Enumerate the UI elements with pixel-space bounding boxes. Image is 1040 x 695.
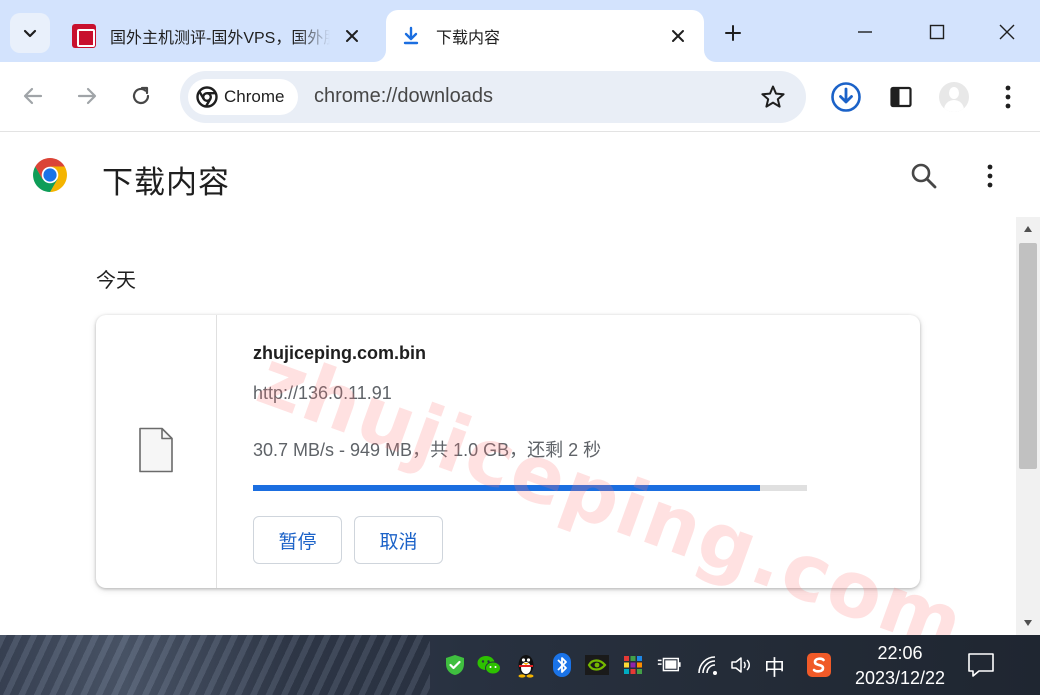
reload-icon: [132, 86, 150, 105]
card-divider: [216, 315, 217, 588]
download-arrow-icon: [403, 26, 419, 45]
wifi-tray-icon[interactable]: [695, 652, 721, 678]
battery-tray-icon[interactable]: [656, 652, 682, 678]
arrow-left-icon: [23, 87, 43, 105]
more-vertical-icon: [987, 164, 993, 188]
download-item-card: zhujiceping.com.bin http://136.0.11.91 3…: [96, 315, 920, 588]
arrow-right-icon: [77, 87, 97, 105]
security-shield-tray-icon[interactable]: [442, 652, 468, 678]
close-window-button[interactable]: [984, 10, 1030, 54]
new-tab-button[interactable]: [716, 18, 750, 48]
volume-tray-icon[interactable]: [728, 652, 754, 678]
downloads-header: 下载内容: [0, 133, 1040, 217]
triangle-up-icon: [1024, 226, 1032, 232]
chevron-down-icon: [23, 29, 37, 38]
more-vertical-icon: [1005, 85, 1011, 109]
scroll-down-button[interactable]: [1016, 611, 1040, 635]
bluetooth-tray-icon[interactable]: [549, 652, 575, 678]
qq-tray-icon[interactable]: [513, 652, 539, 678]
close-icon: [999, 24, 1015, 40]
close-icon: [672, 30, 684, 42]
avatar-icon: [939, 82, 969, 112]
page-scrollbar[interactable]: [1016, 217, 1040, 635]
nvidia-icon: [585, 655, 609, 675]
page-title: 下载内容: [102, 165, 230, 200]
close-icon: [346, 30, 358, 42]
tab-title: 下载内容: [436, 30, 501, 47]
profile-button[interactable]: [937, 80, 971, 114]
wechat-icon: [477, 656, 501, 675]
forward-button[interactable]: [69, 78, 105, 114]
scroll-up-button[interactable]: [1016, 217, 1040, 241]
file-name-link[interactable]: zhujiceping.com.bin: [253, 343, 426, 364]
chip-label: Chrome: [224, 87, 285, 106]
tab-downloads[interactable]: 下载内容: [386, 10, 704, 62]
minimize-button[interactable]: [842, 10, 888, 54]
date-section-label: 今天: [96, 270, 136, 292]
nvidia-tray-icon[interactable]: [584, 652, 610, 678]
sogou-ime-tray-icon[interactable]: [806, 652, 832, 678]
tab-search-button[interactable]: [10, 13, 50, 53]
notification-center-icon[interactable]: [966, 651, 996, 679]
tab-close-button[interactable]: [666, 24, 690, 48]
speaker-icon: [731, 657, 750, 673]
reload-button[interactable]: [123, 78, 159, 114]
menu-button[interactable]: [991, 80, 1025, 114]
tab-strip: 国外主机测评-国外VPS，国外服务器 下载内容: [0, 0, 1040, 62]
battery-charging-icon: [657, 657, 681, 672]
back-button[interactable]: [15, 78, 51, 114]
pause-button[interactable]: 暂停: [253, 516, 342, 564]
tab-title: 国外主机测评-国外VPS，国外服务器: [110, 30, 330, 47]
clock-time: 22:06: [877, 643, 923, 663]
address-bar[interactable]: Chrome chrome://downloads: [180, 71, 806, 123]
color-dots-icon: [624, 656, 642, 674]
input-method-indicator[interactable]: 中: [764, 652, 785, 682]
minimize-icon: [858, 31, 872, 33]
download-progress-fill: [253, 485, 761, 491]
cancel-button[interactable]: 取消: [354, 516, 443, 564]
download-status: 30.7 MB/s - 949 MB，共 1.0 GB，还剩 2 秒: [253, 440, 602, 460]
source-url-link[interactable]: http://136.0.11.91: [253, 383, 392, 404]
maximize-icon: [929, 24, 945, 40]
bluetooth-icon: [553, 653, 571, 677]
toolbar: Chrome chrome://downloads: [0, 62, 1040, 132]
color-app-tray-icon[interactable]: [620, 652, 646, 678]
clock-date: 2023/12/22: [854, 668, 946, 688]
downloads-button[interactable]: [829, 80, 863, 114]
side-panel-icon: [890, 86, 912, 108]
download-circle-icon: [831, 82, 861, 112]
scroll-thumb[interactable]: [1019, 243, 1037, 469]
wifi-icon: [698, 656, 717, 675]
triangle-down-icon: [1024, 620, 1032, 626]
chrome-logo-icon: [33, 158, 67, 192]
file-icon: [139, 427, 173, 473]
chrome-icon: [196, 86, 218, 108]
download-progress-bar: [253, 485, 807, 491]
more-actions-button[interactable]: [976, 160, 1004, 192]
taskbar-clock[interactable]: 22:06 2023/12/22: [848, 641, 952, 691]
penguin-icon: [518, 655, 534, 678]
tab-zhujiceping[interactable]: 国外主机测评-国外VPS，国外服务器: [58, 10, 378, 62]
site-favicon-icon: [72, 24, 96, 48]
bookmark-star-icon[interactable]: [760, 84, 786, 110]
windows-taskbar: 中 22:06 2023/12/22: [0, 635, 1040, 695]
side-panel-button[interactable]: [884, 80, 918, 114]
wechat-tray-icon[interactable]: [476, 652, 502, 678]
maximize-button[interactable]: [914, 10, 960, 54]
tab-close-button[interactable]: [340, 24, 364, 48]
shield-check-icon: [446, 655, 464, 675]
sogou-icon: [807, 653, 831, 677]
url-text[interactable]: chrome://downloads: [314, 85, 493, 108]
search-icon[interactable]: [908, 160, 940, 192]
plus-icon: [725, 25, 741, 41]
site-info-chip[interactable]: Chrome: [188, 79, 299, 115]
